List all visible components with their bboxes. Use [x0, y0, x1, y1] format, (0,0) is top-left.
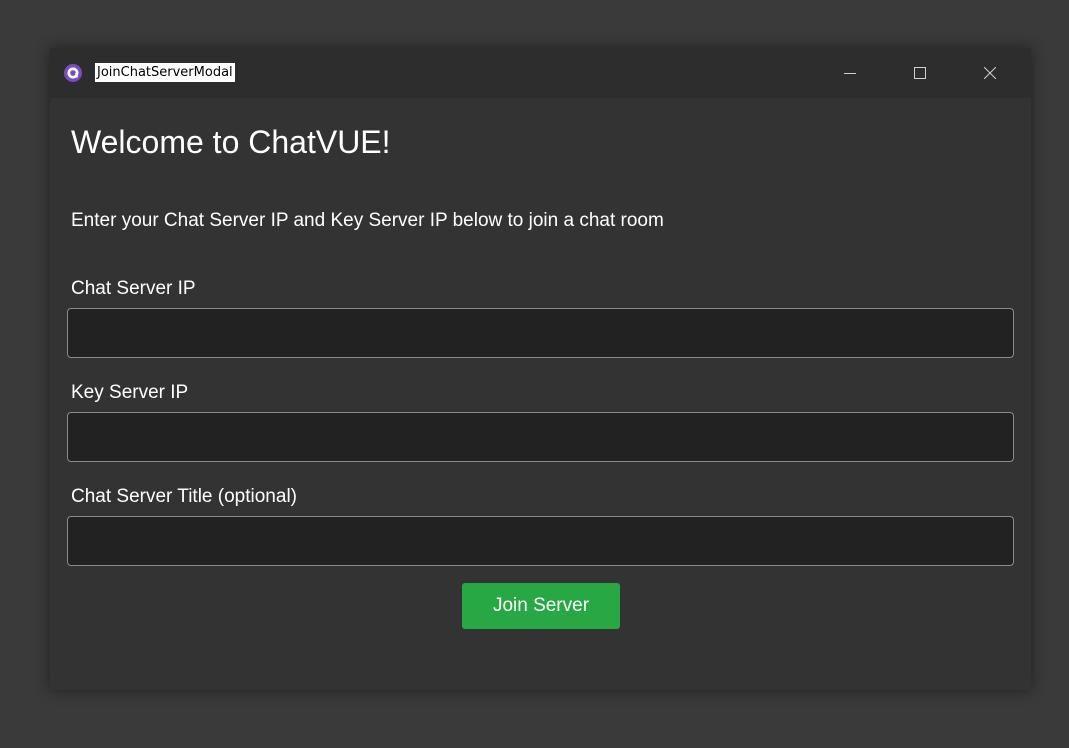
title-bar[interactable]: JoinChatServerModal — [50, 48, 1031, 98]
close-icon — [984, 67, 996, 79]
maximize-icon — [914, 67, 926, 79]
app-logo-icon — [64, 64, 82, 82]
chat-server-ip-label: Chat Server IP — [71, 278, 196, 299]
chat-server-title-label: Chat Server Title (optional) — [71, 486, 297, 507]
instructions-text: Enter your Chat Server IP and Key Server… — [71, 210, 664, 231]
join-chat-server-window: JoinChatServerModal Welcome to ChatVUE! … — [50, 48, 1031, 690]
join-server-button[interactable]: Join Server — [462, 583, 620, 629]
key-server-ip-label: Key Server IP — [71, 382, 189, 403]
minimize-button[interactable] — [820, 48, 880, 98]
minimize-icon — [844, 73, 856, 74]
chat-server-title-input[interactable] — [67, 516, 1014, 566]
key-server-ip-input[interactable] — [67, 412, 1014, 462]
welcome-heading: Welcome to ChatVUE! — [71, 124, 391, 160]
maximize-button[interactable] — [890, 48, 950, 98]
chat-server-ip-input[interactable] — [67, 308, 1014, 358]
close-button[interactable] — [960, 48, 1020, 98]
window-title: JoinChatServerModal — [95, 63, 235, 82]
